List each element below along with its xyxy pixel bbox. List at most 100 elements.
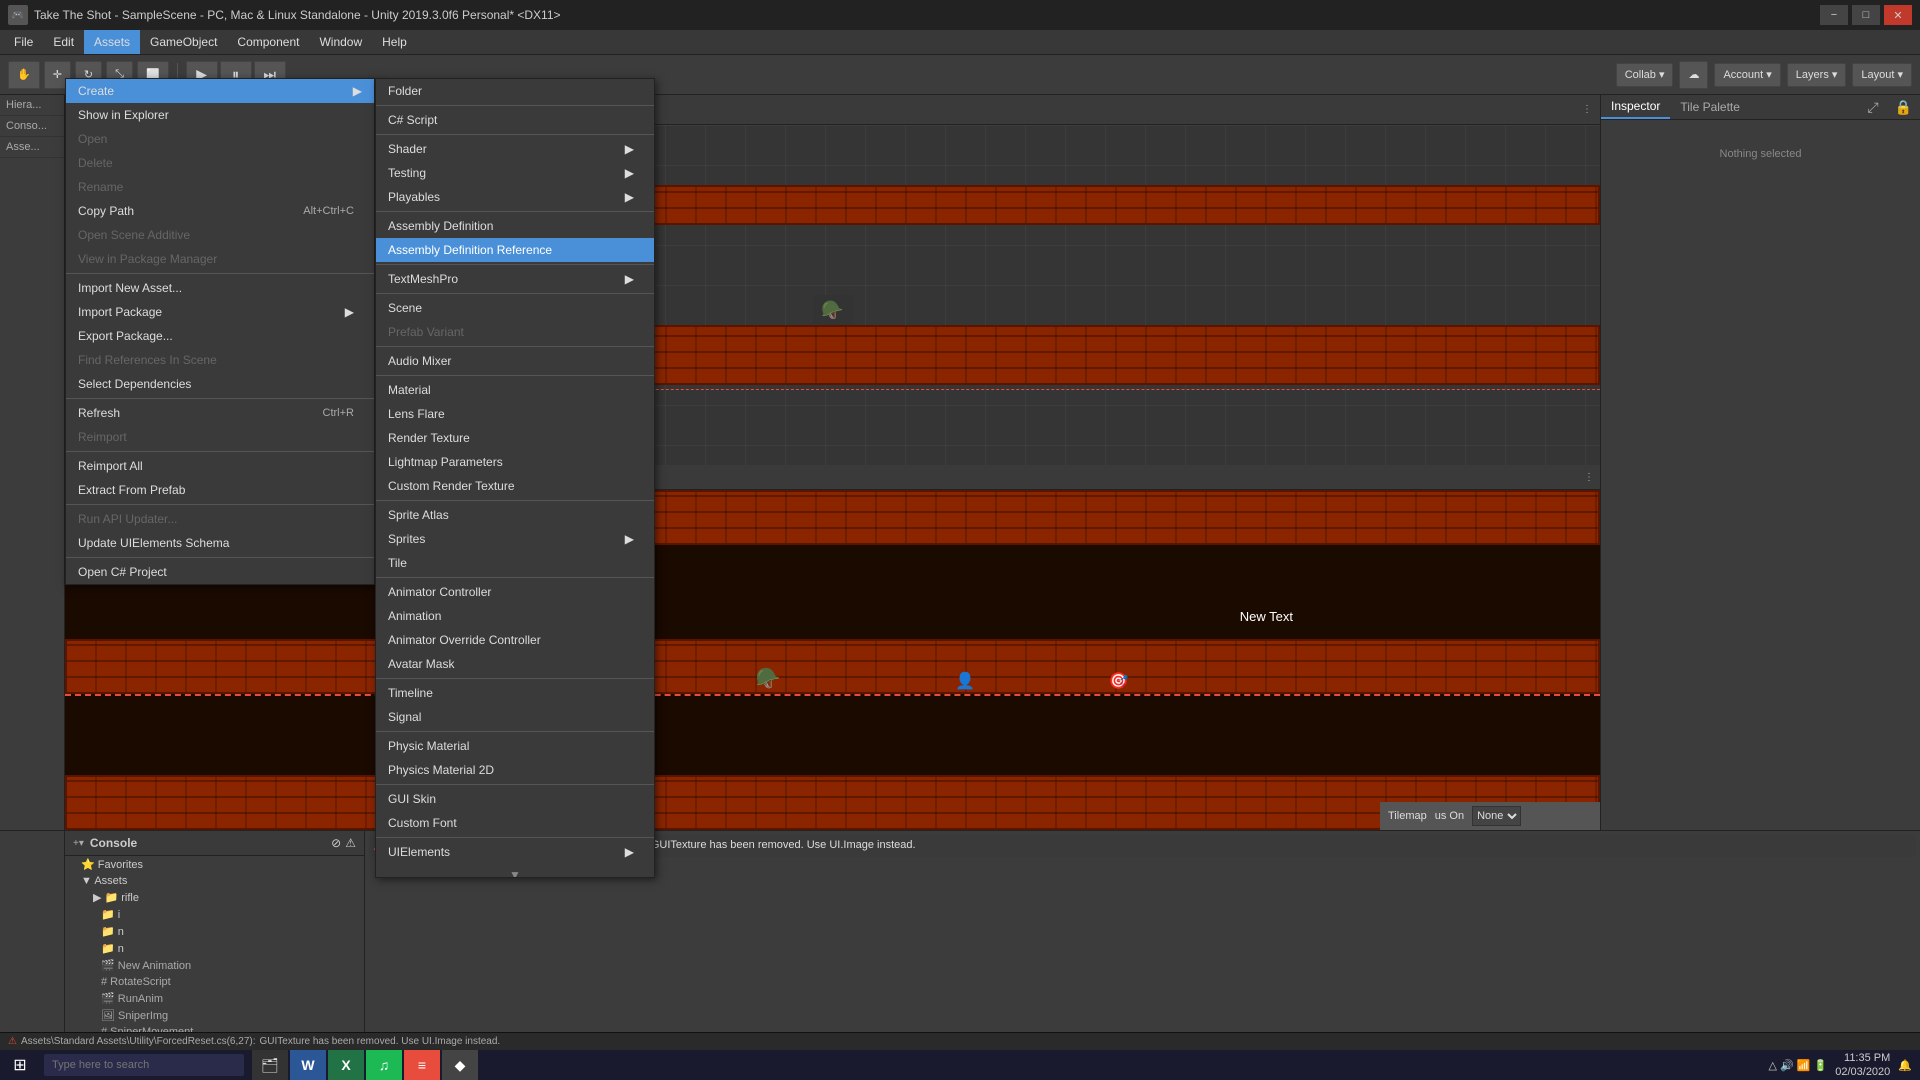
testing-item[interactable]: Testing ▶ (376, 161, 654, 185)
sprite-atlas-item[interactable]: Sprite Atlas (376, 503, 654, 527)
right-panels: Inspector Tile Palette ⤢ 🔒 Nothing selec… (1600, 95, 1920, 830)
gui-skin-item[interactable]: GUI Skin (376, 787, 654, 811)
assembly-definition-item[interactable]: Assembly Definition (376, 214, 654, 238)
taskbar-app1[interactable]: ≡ (404, 1050, 440, 1080)
console-tab[interactable]: Conso... (0, 116, 64, 137)
animator-controller-item[interactable]: Animator Controller (376, 580, 654, 604)
cloud-button[interactable]: ☁ (1679, 61, 1708, 89)
scene-item[interactable]: Scene (376, 296, 654, 320)
bottom-area: +▾ Console ⊘ ⚠ ⭐ Favorites ▼ Assets ▶ 📁 … (0, 830, 1920, 1050)
inspector-tab[interactable]: Inspector (1601, 95, 1670, 119)
animator-override-item[interactable]: Animator Override Controller (376, 628, 654, 652)
animation-item[interactable]: Animation (376, 604, 654, 628)
timeline-item[interactable]: Timeline (376, 681, 654, 705)
import-package-item[interactable]: Import Package ▶ (66, 300, 374, 324)
folder-item[interactable]: Folder (376, 79, 654, 103)
minimize-button[interactable]: − (1820, 5, 1848, 25)
asset-n[interactable]: 📁 n (65, 923, 364, 940)
tile-item[interactable]: Tile (376, 551, 654, 575)
assembly-definition-reference-item[interactable]: Assembly Definition Reference (376, 238, 654, 262)
start-button[interactable]: ⊞ (0, 1050, 40, 1080)
more-arrow[interactable]: ▼ (376, 864, 654, 878)
lens-flare-item[interactable]: Lens Flare (376, 402, 654, 426)
import-new-asset-item[interactable]: Import New Asset... (66, 276, 374, 300)
show-in-explorer-item[interactable]: Show in Explorer (66, 103, 374, 127)
tile-palette-tab[interactable]: Tile Palette (1670, 95, 1750, 119)
update-uielements-item[interactable]: Update UIElements Schema (66, 531, 374, 555)
lock-icon[interactable]: 🔒 (1887, 99, 1920, 116)
menu-gameobject[interactable]: GameObject (140, 30, 227, 54)
menu-edit[interactable]: Edit (43, 30, 84, 54)
menu-component[interactable]: Component (227, 30, 309, 54)
menu-file[interactable]: File (4, 30, 43, 54)
sprites-item[interactable]: Sprites ▶ (376, 527, 654, 551)
rotate-script-item[interactable]: # RotateScript (65, 974, 364, 990)
audio-mixer-item[interactable]: Audio Mixer (376, 349, 654, 373)
maximize-button[interactable]: □ (1852, 5, 1880, 25)
refresh-item[interactable]: Refresh Ctrl+R (66, 401, 374, 425)
favorites-item[interactable]: ⭐ Favorites (65, 856, 364, 873)
shader-item[interactable]: Shader ▶ (376, 137, 654, 161)
prefab-variant-item: Prefab Variant (376, 320, 654, 344)
game-boundary-line (65, 694, 1600, 696)
notification-btn[interactable]: 🔔 (1898, 1059, 1912, 1072)
expand-icon[interactable]: ⤢ (1859, 99, 1886, 116)
lightmap-parameters-item[interactable]: Lightmap Parameters (376, 450, 654, 474)
console-clear-btn[interactable]: ⊘ (331, 836, 341, 850)
game-view-more[interactable]: ⋮ (1578, 472, 1600, 483)
taskbar-spotify[interactable]: ♫ (366, 1050, 402, 1080)
game-brick-bottom (65, 775, 1600, 830)
console-panel-controls: ⊘ ⚠ (331, 836, 356, 850)
collab-label: Collab ▾ (1625, 68, 1665, 81)
reimport-all-item[interactable]: Reimport All (66, 454, 374, 478)
textmeshpro-item[interactable]: TextMeshPro ▶ (376, 267, 654, 291)
taskbar-search-input[interactable] (44, 1054, 244, 1076)
menu-assets[interactable]: Assets (84, 30, 140, 54)
asset-i[interactable]: 📁 i (65, 906, 364, 923)
close-button[interactable]: ✕ (1884, 5, 1912, 25)
assets-tab-left[interactable]: Asse... (0, 137, 64, 158)
console-error-filter[interactable]: ⚠ (345, 836, 356, 850)
custom-render-texture-item[interactable]: Custom Render Texture (376, 474, 654, 498)
select-dependencies-item[interactable]: Select Dependencies (66, 372, 374, 396)
sniper-img-item[interactable]: 🖼 SniperImg (65, 1007, 364, 1024)
physic-material-item[interactable]: Physic Material (376, 734, 654, 758)
csharp-script-item[interactable]: C# Script (376, 108, 654, 132)
menu-window[interactable]: Window (309, 30, 372, 54)
menu-help[interactable]: Help (372, 30, 417, 54)
taskbar-sys-tray: △ 🔊 📶 🔋 (1769, 1059, 1828, 1072)
custom-font-item[interactable]: Custom Font (376, 811, 654, 835)
physics-material-2d-item[interactable]: Physics Material 2D (376, 758, 654, 782)
new-animation-item[interactable]: 🎬 New Animation (65, 957, 364, 974)
assets-root-item[interactable]: ▼ Assets (65, 873, 364, 889)
render-texture-item[interactable]: Render Texture (376, 426, 654, 450)
taskbar-clock[interactable]: 11:35 PM 02/03/2020 (1835, 1051, 1890, 1080)
sniper-movement-item[interactable]: # SniperMovement (65, 1024, 364, 1032)
export-package-item[interactable]: Export Package... (66, 324, 374, 348)
taskbar-word[interactable]: W (290, 1050, 326, 1080)
tilemap-none-select[interactable]: None (1472, 806, 1521, 826)
extract-from-prefab-item[interactable]: Extract From Prefab (66, 478, 374, 502)
taskbar-excel[interactable]: X (328, 1050, 364, 1080)
assets-panel: +▾ Console ⊘ ⚠ ⭐ Favorites ▼ Assets ▶ 📁 … (65, 831, 365, 1050)
hierarchy-tab[interactable]: Hiera... (0, 95, 64, 116)
create-menu-item[interactable]: Create ▶ (66, 79, 374, 103)
run-anim-item[interactable]: 🎬 RunAnim (65, 990, 364, 1007)
playables-item[interactable]: Playables ▶ (376, 185, 654, 209)
material-item[interactable]: Material (376, 378, 654, 402)
layers-dropdown[interactable]: Layers ▾ (1787, 63, 1847, 87)
layout-dropdown[interactable]: Layout ▾ (1852, 63, 1912, 87)
open-csharp-project-item[interactable]: Open C# Project (66, 560, 374, 584)
account-dropdown[interactable]: Account ▾ (1714, 63, 1780, 87)
avatar-mask-item[interactable]: Avatar Mask (376, 652, 654, 676)
console-add-btn[interactable]: +▾ (73, 838, 84, 849)
taskbar-unity[interactable]: ◆ (442, 1050, 478, 1080)
taskbar-file-explorer[interactable]: 🗂 (252, 1050, 288, 1080)
signal-item[interactable]: Signal (376, 705, 654, 729)
asset-n2[interactable]: 📁 n (65, 940, 364, 957)
rifle-folder[interactable]: ▶ 📁 rifle (65, 889, 364, 906)
hand-tool-button[interactable]: ✋ (8, 61, 40, 89)
collab-dropdown[interactable]: Collab ▾ (1616, 63, 1674, 87)
uielements-item[interactable]: UIElements ▶ (376, 840, 654, 864)
copy-path-item[interactable]: Copy Path Alt+Ctrl+C (66, 199, 374, 223)
